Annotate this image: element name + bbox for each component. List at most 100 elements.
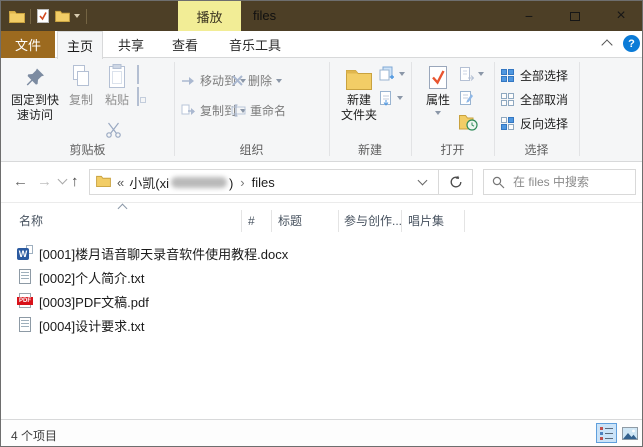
back-button[interactable]: ← <box>13 174 28 189</box>
rename-button[interactable]: 重命名 <box>231 102 286 119</box>
breadcrumb-user-text: 小凯(xi <box>129 175 169 191</box>
qat-customize-chevron-icon[interactable] <box>74 14 80 18</box>
new-item-icon <box>379 66 394 81</box>
maximize-icon <box>570 11 580 21</box>
pdf-icon: PDF <box>17 293 33 309</box>
copy-button[interactable]: 复制 <box>63 62 99 108</box>
search-box[interactable] <box>483 169 636 195</box>
up-button[interactable]: ↑ <box>71 174 79 189</box>
column-header-contributing-artists[interactable]: 参与创作... <box>344 207 402 235</box>
tab-file[interactable]: 文件 <box>1 31 55 58</box>
properties-chevron-icon <box>435 111 441 115</box>
tab-music-tools[interactable]: 音乐工具 <box>221 31 289 58</box>
edit-button[interactable] <box>459 90 474 106</box>
delete-chevron-icon <box>276 78 283 83</box>
address-bar[interactable]: « 小凯(xi) › files <box>89 169 439 195</box>
pin-to-quick-access-button[interactable]: 固定到快 速访问 <box>7 62 63 123</box>
group-separator <box>579 62 580 156</box>
copy-to-icon <box>181 104 195 115</box>
maximize-button[interactable] <box>552 1 598 31</box>
contextual-tab-play[interactable]: 播放 <box>178 1 241 31</box>
invert-selection-label: 反向选择 <box>520 117 569 131</box>
item-count: 4 个项目 <box>11 429 58 443</box>
column-header-number[interactable]: # <box>248 207 255 235</box>
search-input[interactable] <box>513 175 623 189</box>
new-folder-label-line1: 新建 <box>346 93 371 107</box>
column-separator[interactable] <box>338 210 339 232</box>
app-folder-icon <box>9 10 25 23</box>
titlebar: 播放 files − × <box>1 1 642 31</box>
collapse-ribbon-chevron-icon[interactable] <box>601 39 613 51</box>
history-button[interactable] <box>459 114 478 131</box>
column-separator[interactable] <box>271 210 272 232</box>
paste-button[interactable]: 粘贴 <box>99 62 135 108</box>
file-list-pane: 名称 # 标题 参与创作... 唱片集 W [0001]楼月语音聊天录音软件使用… <box>1 203 642 419</box>
titlebar-separator <box>30 9 31 24</box>
help-button[interactable]: ? <box>623 35 640 52</box>
file-row[interactable]: PDF [0003]PDF文稿.pdf <box>1 289 634 313</box>
rename-label: 重命名 <box>250 104 287 118</box>
pin-label-line1: 固定到快 <box>10 93 59 107</box>
column-separator[interactable] <box>464 210 465 232</box>
file-name: [0004]设计要求.txt <box>39 318 145 334</box>
close-button[interactable]: × <box>598 1 642 31</box>
qat-properties-button[interactable] <box>37 9 49 23</box>
file-row[interactable]: [0002]个人简介.txt <box>1 265 634 289</box>
properties-button[interactable]: 属性 <box>417 62 459 115</box>
history-icon <box>459 115 478 131</box>
minimize-button[interactable]: − <box>506 1 552 31</box>
sort-ascending-icon <box>117 203 128 214</box>
large-icons-view-button[interactable] <box>619 423 640 443</box>
new-folder-button[interactable]: 新建 文件夹 <box>333 62 385 123</box>
text-icon <box>17 317 33 333</box>
address-dropdown-chevron-icon[interactable] <box>417 175 428 186</box>
cut-button[interactable] <box>105 122 122 143</box>
open-button[interactable] <box>459 66 484 82</box>
open-chevron-icon <box>478 72 484 76</box>
tab-view[interactable]: 查看 <box>161 31 209 58</box>
copy-path-button[interactable] <box>137 65 139 84</box>
file-row[interactable]: W [0001]楼月语音聊天录音软件使用教程.docx <box>1 241 634 265</box>
qat-new-folder-button[interactable] <box>55 10 70 22</box>
delete-label: 删除 <box>248 74 273 88</box>
select-none-button[interactable]: 全部取消 <box>501 91 568 108</box>
open-group-label: 打开 <box>440 143 465 157</box>
recent-locations-chevron-icon[interactable] <box>57 174 68 185</box>
breadcrumb-user-text-end: ) <box>228 175 234 191</box>
column-separator[interactable] <box>401 210 402 232</box>
invert-selection-button[interactable]: 反向选择 <box>501 115 568 132</box>
paste-icon <box>107 62 127 90</box>
breadcrumb-overflow-chevrons[interactable]: « <box>117 175 124 190</box>
easy-access-button[interactable] <box>379 90 403 106</box>
rename-icon <box>231 104 246 117</box>
forward-button[interactable]: → <box>37 174 52 189</box>
select-all-button[interactable]: 全部选择 <box>501 67 568 84</box>
invert-selection-icon <box>501 117 514 130</box>
column-header-name[interactable]: 名称 <box>19 207 43 235</box>
paste-shortcut-button[interactable] <box>137 87 146 106</box>
breadcrumb-current-folder[interactable]: files <box>252 175 275 190</box>
new-item-button[interactable] <box>379 66 405 82</box>
properties-label: 属性 <box>425 93 450 107</box>
copy-icon <box>70 62 92 90</box>
new-group-label: 新建 <box>357 143 382 157</box>
open-icon <box>460 67 474 81</box>
delete-button[interactable]: 删除 <box>231 72 283 89</box>
edit-icon <box>460 91 474 105</box>
details-view-button[interactable] <box>596 423 617 443</box>
file-row[interactable]: [0004]设计要求.txt <box>1 313 634 337</box>
pin-label-line2: 速访问 <box>16 108 53 122</box>
paste-shortcut-icon <box>137 87 146 106</box>
breadcrumb-user-folder[interactable]: 小凯(xi) <box>129 173 233 192</box>
refresh-button[interactable] <box>439 169 473 195</box>
easy-access-chevron-icon <box>397 96 403 100</box>
column-header-album[interactable]: 唱片集 <box>408 207 444 235</box>
tab-share[interactable]: 共享 <box>107 31 155 58</box>
tab-home[interactable]: 主页 <box>57 31 103 59</box>
select-group-label: 选择 <box>524 143 549 157</box>
word-icon: W <box>17 245 33 261</box>
column-header-title[interactable]: 标题 <box>278 207 302 235</box>
column-separator[interactable] <box>241 210 242 232</box>
window-title: files <box>253 8 277 23</box>
copy-label: 复制 <box>68 93 93 107</box>
